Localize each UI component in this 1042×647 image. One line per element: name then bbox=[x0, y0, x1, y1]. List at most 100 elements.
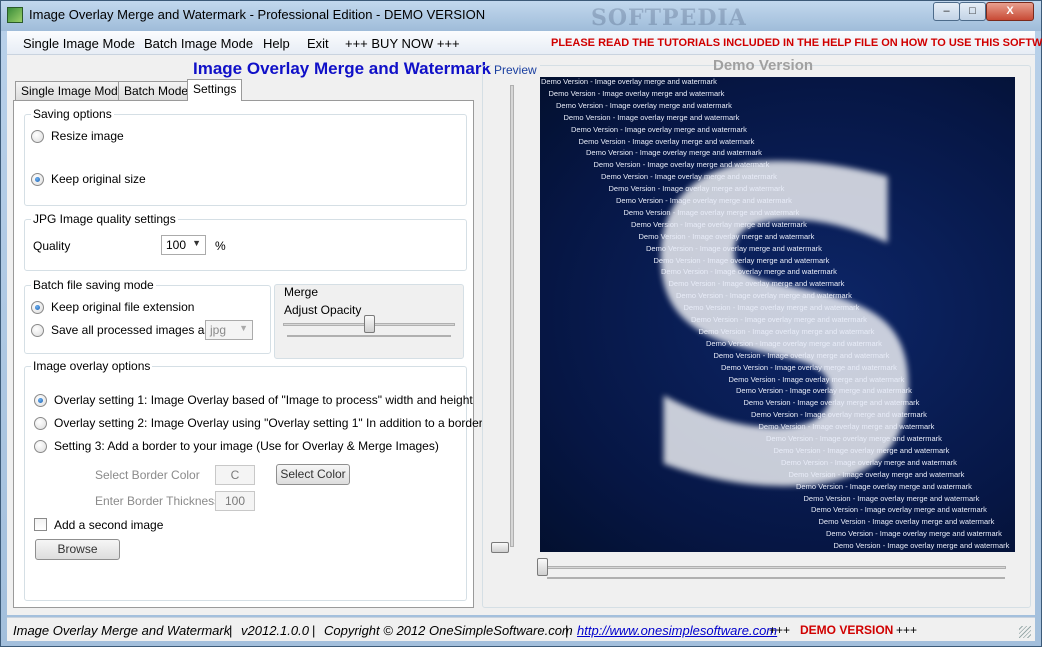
status-separator: | bbox=[312, 623, 316, 638]
watermark-line: Demo Version - Image overlay merge and w… bbox=[743, 398, 920, 408]
tutorial-warning: PLEASE READ THE TUTORIALS INCLUDED IN TH… bbox=[551, 37, 1042, 49]
menu-buy-now[interactable]: +++ BUY NOW +++ bbox=[345, 36, 460, 51]
second-image-label[interactable]: Add a second image bbox=[54, 518, 163, 532]
demo-version-heading: Demo Version bbox=[713, 57, 814, 74]
watermark-line: Demo Version - Image overlay merge and w… bbox=[721, 362, 897, 372]
chevron-down-icon: ▼ bbox=[192, 238, 201, 248]
preview-label: Preview bbox=[491, 63, 540, 77]
keep-original-size-radio[interactable] bbox=[31, 173, 44, 186]
batch-saving-group: Batch file saving mode Keep original fil… bbox=[24, 278, 271, 354]
watermark-line: Demo Version - Image overlay merge and w… bbox=[586, 148, 762, 158]
preview-vertical-slider-track[interactable] bbox=[510, 85, 514, 547]
opacity-slider-thumb[interactable] bbox=[363, 315, 375, 333]
watermark-line: Demo Version - Image overlay merge and w… bbox=[646, 243, 822, 253]
watermark-line: Demo Version - Image overlay merge and w… bbox=[826, 529, 1002, 539]
menu-help[interactable]: Help bbox=[263, 36, 290, 51]
select-color-button[interactable]: Select Color bbox=[276, 464, 350, 485]
overlay-setting-1-radio[interactable] bbox=[34, 394, 47, 407]
resize-grip-icon[interactable] bbox=[1019, 626, 1031, 638]
website-link[interactable]: http://www.onesimplesoftware.com bbox=[577, 623, 777, 638]
maximize-button[interactable]: □ bbox=[959, 2, 986, 21]
overlay-setting-3-label[interactable]: Setting 3: Add a border to your image (U… bbox=[54, 439, 439, 453]
resize-image-label[interactable]: Resize image bbox=[51, 129, 124, 143]
close-button[interactable]: X bbox=[986, 2, 1034, 21]
quality-label: Quality bbox=[33, 239, 71, 253]
overlay-setting-2-radio[interactable] bbox=[34, 417, 47, 430]
status-version: v2012.1.0.0 bbox=[241, 623, 309, 638]
batch-saving-title: Batch file saving mode bbox=[31, 278, 156, 292]
saving-options-group: Saving options Resize image Keep origina… bbox=[24, 107, 467, 206]
menu-batch-image-mode[interactable]: Batch Image Mode bbox=[144, 36, 253, 51]
preview-vertical-slider-thumb[interactable] bbox=[491, 542, 509, 553]
watermark-line: Demo Version - Image overlay merge and w… bbox=[661, 267, 837, 277]
watermark-line: Demo Version - Image overlay merge and w… bbox=[541, 77, 717, 86]
watermark-line: Demo Version - Image overlay merge and w… bbox=[668, 279, 845, 289]
format-select[interactable]: jpg ▼ bbox=[205, 320, 253, 340]
keep-extension-radio[interactable] bbox=[31, 301, 44, 314]
watermark-line: Demo Version - Image overlay merge and w… bbox=[593, 160, 770, 170]
window-title: Image Overlay Merge and Watermark - Prof… bbox=[29, 7, 486, 22]
watermark-line: Demo Version - Image overlay merge and w… bbox=[713, 350, 890, 360]
border-color-field[interactable]: C bbox=[215, 465, 255, 485]
status-copyright: Copyright © 2012 OneSimpleSoftware.com bbox=[324, 623, 573, 638]
opacity-slider-ticks bbox=[287, 335, 451, 337]
watermark-line: Demo Version - Image overlay merge and w… bbox=[653, 255, 830, 265]
second-image-checkbox[interactable] bbox=[34, 518, 47, 531]
watermark-line: Demo Version - Image overlay merge and w… bbox=[578, 136, 755, 146]
preview-horizontal-slider-thumb[interactable] bbox=[537, 558, 548, 576]
preview-horizontal-slider-track[interactable] bbox=[542, 566, 1006, 569]
save-as-radio[interactable] bbox=[31, 324, 44, 337]
merge-group: Merge Adjust Opacity bbox=[274, 284, 464, 359]
border-thickness-label: Enter Border Thickness bbox=[95, 494, 221, 508]
watermark-line: Demo Version - Image overlay merge and w… bbox=[811, 505, 987, 515]
tab-single-image-mode[interactable]: Single Image Mode bbox=[15, 81, 131, 100]
watermark-line: Demo Version - Image overlay merge and w… bbox=[803, 493, 980, 503]
watermark-line: Demo Version - Image overlay merge and w… bbox=[556, 100, 732, 110]
status-plus-left: +++ bbox=[769, 623, 791, 637]
menu-single-image-mode[interactable]: Single Image Mode bbox=[23, 36, 135, 51]
watermark-line: Demo Version - Image overlay merge and w… bbox=[758, 422, 935, 432]
minimize-button[interactable]: – bbox=[933, 2, 960, 21]
resize-image-radio[interactable] bbox=[31, 130, 44, 143]
save-as-label[interactable]: Save all processed images as bbox=[51, 323, 210, 337]
watermark-line: Demo Version - Image overlay merge and w… bbox=[691, 315, 867, 324]
watermark-line: Demo Version - Image overlay merge and w… bbox=[571, 124, 747, 134]
browse-button[interactable]: Browse bbox=[35, 539, 120, 560]
saving-options-title: Saving options bbox=[31, 107, 114, 121]
watermark-line: Demo Version - Image overlay merge and w… bbox=[631, 219, 807, 229]
watermark-line: Demo Version - Image overlay merge and w… bbox=[818, 517, 995, 527]
merge-title: Merge bbox=[284, 285, 319, 299]
watermark-line: Demo Version - Image overlay merge and w… bbox=[766, 434, 942, 443]
opacity-label: Adjust Opacity bbox=[284, 303, 362, 317]
chevron-down-icon: ▼ bbox=[239, 323, 248, 333]
overlay-options-group: Image overlay options Overlay setting 1:… bbox=[24, 359, 483, 601]
watermark-line: Demo Version - Image overlay merge and w… bbox=[728, 374, 905, 384]
tab-settings[interactable]: Settings bbox=[187, 79, 243, 101]
border-thickness-field[interactable]: 100 bbox=[215, 491, 255, 511]
tab-batch-mode[interactable]: Batch Mode bbox=[118, 81, 195, 100]
preview-horizontal-slider-ticks bbox=[547, 577, 1005, 579]
watermark-line: Demo Version - Image overlay merge and w… bbox=[773, 445, 950, 455]
status-demo-version: DEMO VERSION bbox=[800, 623, 894, 637]
quality-select[interactable]: 100 ▼ bbox=[161, 235, 206, 255]
overlay-setting-1-label[interactable]: Overlay setting 1: Image Overlay based o… bbox=[54, 393, 473, 407]
keep-extension-label[interactable]: Keep original file extension bbox=[51, 300, 194, 314]
watermark-line: Demo Version - Image overlay merge and w… bbox=[638, 231, 815, 241]
keep-original-size-label[interactable]: Keep original size bbox=[51, 172, 146, 186]
app-heading: Image Overlay Merge and Watermark bbox=[193, 59, 491, 78]
border-color-label: Select Border Color bbox=[95, 468, 200, 482]
watermark-line: Demo Version - Image overlay merge and w… bbox=[623, 207, 800, 217]
watermark-line: Demo Version - Image overlay merge and w… bbox=[788, 469, 965, 479]
watermark-line: Demo Version - Image overlay merge and w… bbox=[683, 303, 860, 313]
overlay-setting-3-radio[interactable] bbox=[34, 440, 47, 453]
app-window: Image Overlay Merge and Watermark - Prof… bbox=[0, 0, 1042, 647]
status-app-name: Image Overlay Merge and Watermark bbox=[13, 623, 231, 638]
preview-image: S Demo Version - Image overlay merge and… bbox=[540, 77, 1015, 552]
title-bar[interactable]: Image Overlay Merge and Watermark - Prof… bbox=[1, 1, 1041, 31]
watermark-line: Demo Version - Image overlay merge and w… bbox=[616, 196, 792, 205]
watermark-line: Demo Version - Image overlay merge and w… bbox=[601, 172, 777, 182]
menu-exit[interactable]: Exit bbox=[307, 36, 329, 51]
overlay-setting-2-label[interactable]: Overlay setting 2: Image Overlay using "… bbox=[54, 416, 483, 430]
watermark-line: Demo Version - Image overlay merge and w… bbox=[676, 291, 852, 301]
watermark-line: Demo Version - Image overlay merge and w… bbox=[698, 326, 875, 336]
